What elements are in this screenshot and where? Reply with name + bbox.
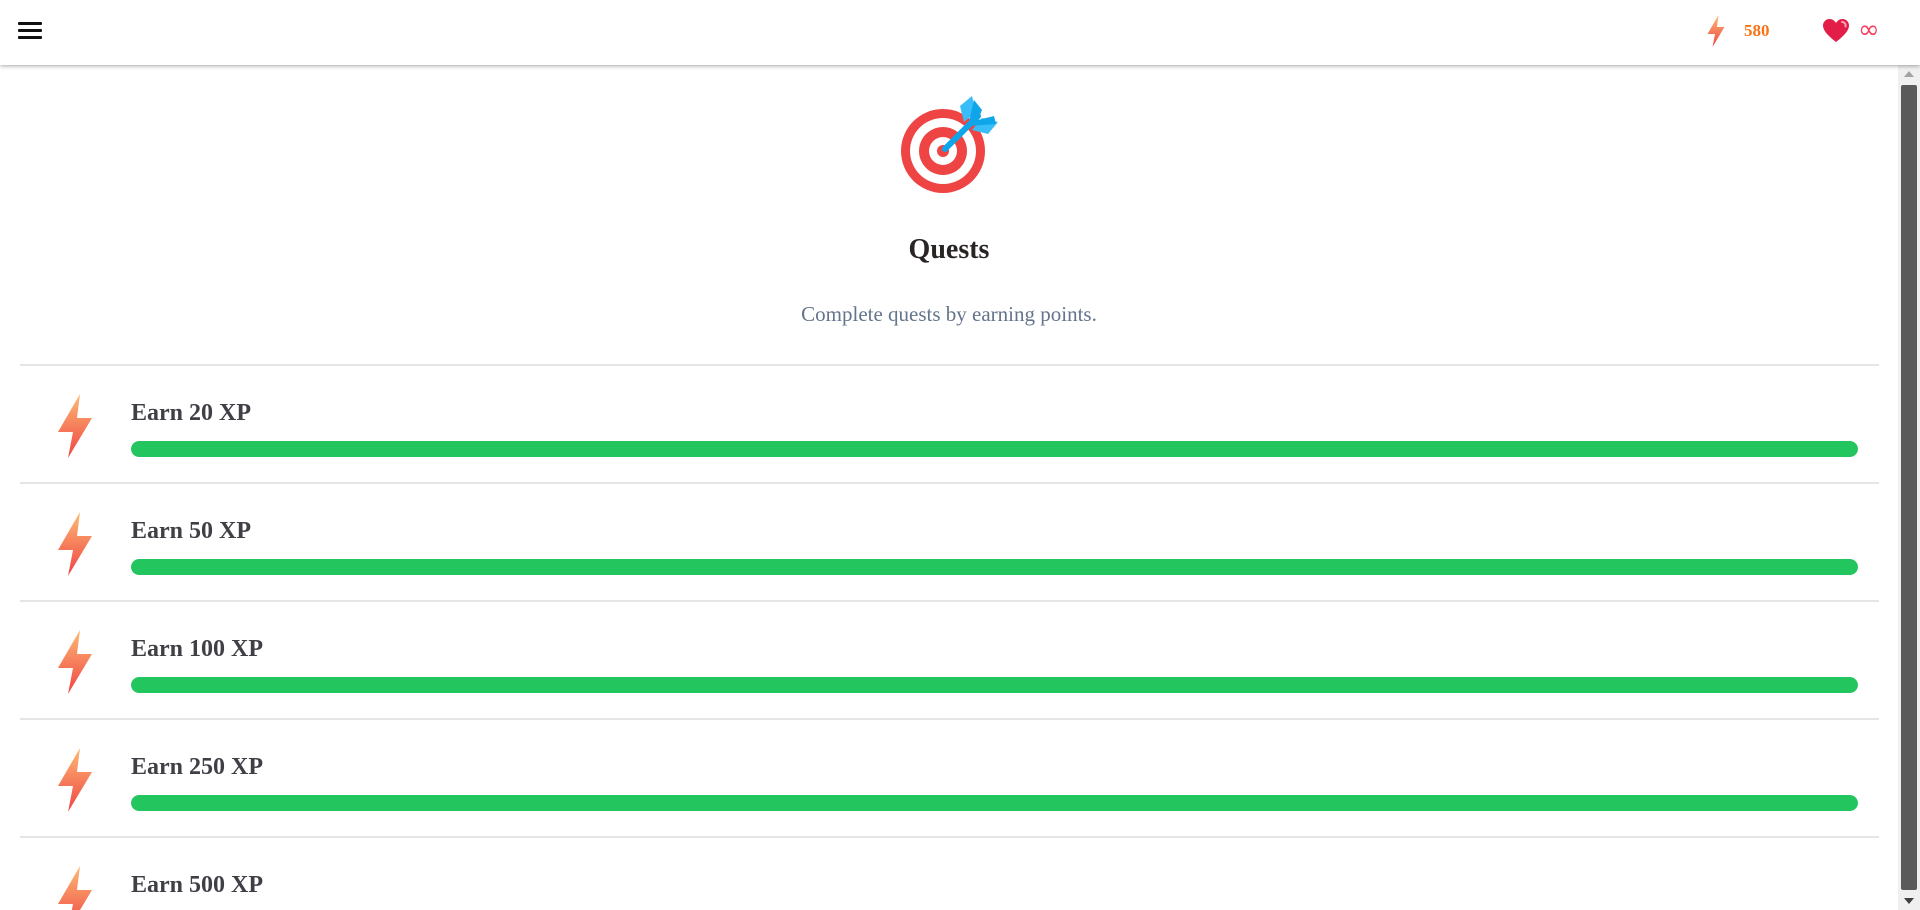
page-subtitle: Complete quests by earning points.	[801, 302, 1097, 326]
quest-progress-fill	[131, 795, 1858, 811]
hamburger-menu-icon[interactable]	[18, 20, 42, 40]
lightning-bolt-icon	[1707, 15, 1725, 47]
quest-progress-bar	[131, 795, 1858, 811]
quest-item: Earn 50 XP	[20, 482, 1879, 600]
scroll-up-arrow-icon[interactable]	[1898, 65, 1920, 83]
quest-progress-fill	[131, 677, 1858, 693]
scroll-down-arrow-icon[interactable]	[1898, 892, 1920, 910]
quest-list: Earn 20 XP Earn 50 XP Earn 100 XP Earn 2…	[20, 364, 1879, 910]
quest-title: Earn 50 XP	[131, 518, 251, 544]
points-count: 580	[1744, 21, 1770, 40]
scrollbar[interactable]	[1898, 65, 1920, 910]
quest-item: Earn 250 XP	[20, 718, 1879, 836]
hearts-count: ∞	[1858, 15, 1880, 45]
quest-title: Earn 250 XP	[131, 754, 263, 780]
lightning-bolt-icon	[58, 630, 92, 694]
lightning-bolt-icon	[58, 512, 92, 576]
quest-title: Earn 20 XP	[131, 400, 251, 426]
quest-title: Earn 100 XP	[131, 636, 263, 662]
quest-item: Earn 100 XP	[20, 600, 1879, 718]
lightning-bolt-icon	[58, 748, 92, 812]
top-bar: 580 ∞	[0, 0, 1920, 65]
quest-item: Earn 20 XP	[20, 364, 1879, 482]
quests-page: Quests Complete quests by earning points…	[0, 65, 1898, 910]
quest-progress-bar	[131, 677, 1858, 693]
quest-progress-bar	[131, 441, 1858, 457]
target-dart-icon	[901, 96, 998, 193]
page-title: Quests	[908, 234, 990, 265]
quest-item: Earn 500 XP	[20, 836, 1879, 910]
quest-progress-fill	[131, 441, 1858, 457]
lightning-bolt-icon	[58, 866, 92, 910]
lightning-bolt-icon	[58, 394, 92, 458]
quest-title: Earn 500 XP	[131, 872, 263, 898]
quest-progress-fill	[131, 559, 1858, 575]
scrollbar-thumb[interactable]	[1901, 85, 1917, 890]
quest-progress-bar	[131, 559, 1858, 575]
heart-icon	[1823, 19, 1849, 42]
